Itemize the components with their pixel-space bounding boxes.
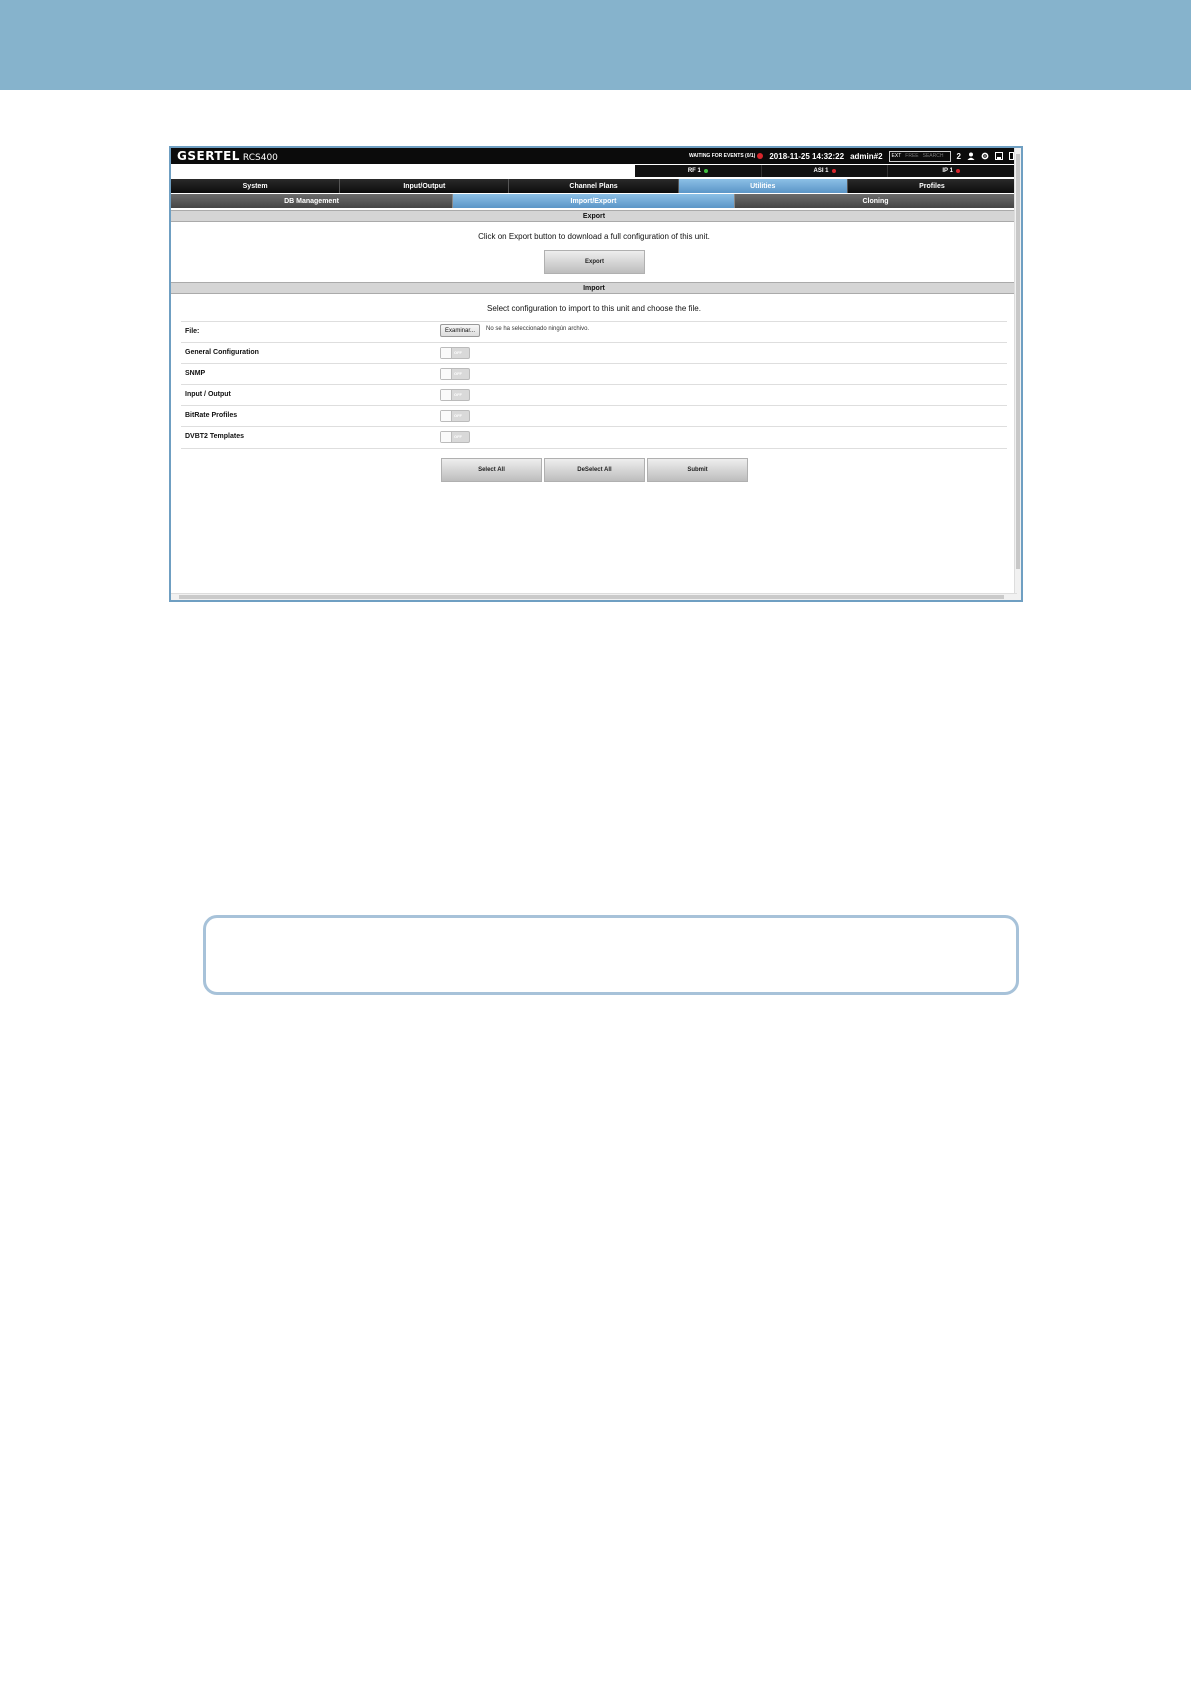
status-rf[interactable]: RF 1 [635,165,762,177]
reference-mode-selector[interactable]: EXT FREE SEARCH [888,150,951,162]
tab-utilities[interactable]: Utilities [678,179,848,193]
option-label: Input / Output [185,391,231,398]
general-configuration-toggle[interactable]: OFF [440,347,470,359]
vertical-scrollbar[interactable] [1014,148,1021,600]
current-user: admin#2 [850,151,883,161]
export-message: Click on Export button to download a ful… [478,232,710,241]
user-count: 2 [956,151,961,161]
signal-status-row: RF 1 ASI 1 IP 1 [171,164,1021,178]
file-browse-button[interactable]: Examinar... [440,324,481,337]
snmp-toggle[interactable]: OFF [440,368,470,380]
import-section-header: Import [171,282,1017,294]
status-dot-icon [955,169,960,173]
mode-ext[interactable]: EXT [890,153,904,159]
subtab-db-management[interactable]: DB Management [171,194,453,208]
file-label: File: [185,328,200,335]
status-asi[interactable]: ASI 1 [762,165,889,177]
sub-tabs: DB Management Import/Export Cloning [171,194,1017,208]
bitrate-profiles-toggle[interactable]: OFF [440,410,470,422]
status-ip[interactable]: IP 1 [888,165,1016,177]
option-row-bitrate-profiles: BitRate Profiles OFF [181,405,1007,427]
event-status: WAITING FOR EVENTS (0/1) [689,153,764,159]
option-label: SNMP [185,370,206,377]
mode-search[interactable]: SEARCH [921,153,946,159]
mode-free[interactable]: FREE [903,153,920,159]
subtab-cloning[interactable]: Cloning [735,194,1017,208]
select-all-button[interactable]: Select All [441,458,542,482]
input-output-toggle[interactable]: OFF [440,389,470,401]
export-button[interactable]: Export [544,250,645,274]
tab-input-output[interactable]: Input/Output [340,179,510,193]
file-row: File: Examinar... No se ha seleccionado … [181,321,1007,343]
app-window: GSERTEL RCS400 WAITING FOR EVENTS (0/1) 2… [169,146,1023,602]
tab-system[interactable]: System [171,179,341,193]
export-section-header: Export [171,210,1017,222]
top-bar: GSERTEL RCS400 WAITING FOR EVENTS (0/1) 2… [171,148,1021,164]
settings-gear-icon[interactable] [981,152,989,160]
file-status: No se ha seleccionado ningún archivo. [486,326,590,332]
option-row-input-output: Input / Output OFF [181,384,1007,406]
deselect-all-button[interactable]: DeSelect All [544,458,645,482]
subtab-import-export[interactable]: Import/Export [453,194,735,208]
datetime-display: 2018-11-25 14:32:22 [769,151,845,161]
tab-profiles[interactable]: Profiles [847,179,1018,193]
import-message: Select configuration to import to this u… [487,304,701,313]
document-header-band [0,0,1191,90]
option-label: BitRate Profiles [185,412,238,419]
alarm-indicator-icon [757,153,764,159]
tab-channel-plans[interactable]: Channel Plans [509,179,679,193]
horizontal-scrollbar[interactable] [171,593,1017,600]
option-row-snmp: SNMP OFF [181,363,1007,385]
option-row-dvbt2-templates: DVBT2 Templates OFF [181,426,1007,449]
brand-logo: GSERTEL RCS400 [177,149,278,163]
note-box [203,915,1019,995]
dvbt2-templates-toggle[interactable]: OFF [440,431,470,443]
status-dot-icon [831,169,836,173]
option-row-general-configuration: General Configuration OFF [181,342,1007,364]
main-tabs: System Input/Output Channel Plans Utilit… [171,179,1018,193]
user-icon[interactable] [967,152,975,160]
save-icon[interactable] [995,152,1003,160]
option-label: DVBT2 Templates [185,433,244,440]
submit-button[interactable]: Submit [647,458,748,482]
option-label: General Configuration [185,349,259,356]
status-dot-icon [703,169,708,173]
